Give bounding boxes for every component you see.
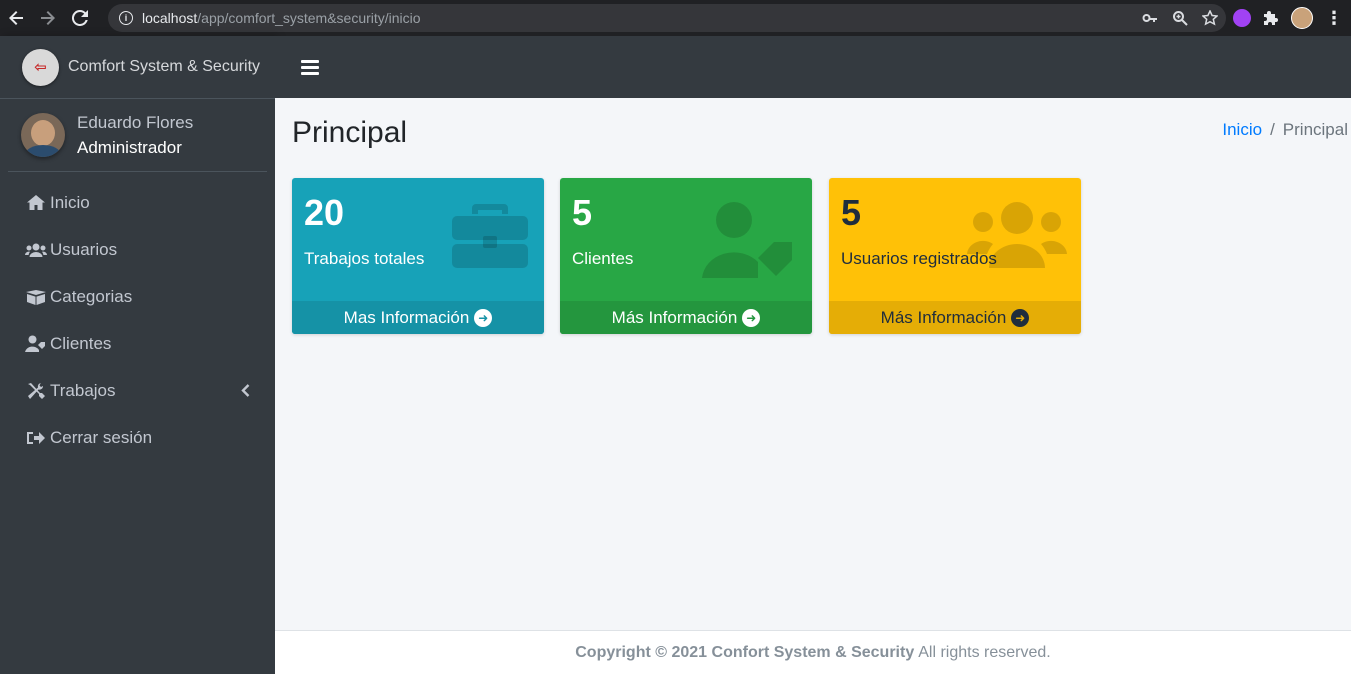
browser-toolbar: i localhost/app/comfort_system&security/… [0,0,1351,36]
brand-name: Comfort System & Security [68,58,261,75]
sidebar-item-trabajos[interactable]: Trabajos [0,367,275,414]
home-icon [25,194,47,211]
user-avatar [21,113,65,157]
reload-button[interactable] [64,0,96,36]
stat-card-usuarios: 5 Usuarios registrados Más Información ➜ [829,178,1081,334]
sidebar-item-inicio[interactable]: Inicio [0,179,275,226]
main-content: Principal Inicio / Principal 20 Trabajos… [275,98,1351,630]
url-text: localhost/app/comfort_system&security/in… [142,10,421,26]
user-tag-icon [700,200,798,285]
sidebar-item-label: Inicio [50,192,90,212]
more-info-label: Más Información [611,307,738,327]
hamburger-menu-icon[interactable] [301,59,319,75]
kebab-menu-icon[interactable]: ⋮ [1325,8,1343,29]
reload-icon [72,10,88,26]
user-name[interactable]: Eduardo Flores [77,110,193,135]
briefcase-icon [450,200,530,275]
forward-button[interactable] [32,0,64,36]
more-info-link[interactable]: Mas Información ➜ [292,301,544,334]
breadcrumb: Inicio / Principal [1222,120,1348,140]
forward-arrow-icon [41,11,55,25]
sidebar-menu: Inicio Usuarios Categorias Clientes Trab… [0,172,275,461]
arrow-circle-right-icon: ➜ [1011,308,1030,327]
url-path: /app/comfort_system&security/inicio [197,10,421,26]
stat-card-clientes: 5 Clientes Más Información ➜ [560,178,812,334]
sidebar: ⇦ Comfort System & Security Eduardo Flor… [0,36,275,674]
sidebar-item-label: Usuarios [50,239,118,259]
puzzle-icon[interactable] [1263,10,1279,26]
breadcrumb-separator: / [1270,120,1275,139]
back-arrow-icon [9,11,23,25]
sidebar-item-label: Clientes [50,333,112,353]
breadcrumb-home-link[interactable]: Inicio [1222,120,1262,140]
boxes-icon [25,289,47,305]
tools-icon [25,382,47,400]
users-icon [25,242,47,258]
rights-text: All rights reserved. [918,643,1051,661]
sidebar-item-clientes[interactable]: Clientes [0,320,275,367]
chevron-left-icon[interactable] [241,367,250,414]
sidebar-item-label: Trabajos [50,380,116,400]
address-bar[interactable]: i localhost/app/comfort_system&security/… [108,4,1226,32]
zoom-icon[interactable] [1172,10,1188,26]
back-button[interactable] [0,0,32,36]
sidebar-item-categorias[interactable]: Categorias [0,273,275,320]
brand-logo-icon: ⇦ [22,48,59,86]
copyright-text: Copyright © 2021 Confort System & Securi… [575,643,915,661]
url-host: localhost [142,10,198,26]
page-footer: Copyright © 2021 Confort System & Securi… [275,630,1351,674]
sidebar-item-label: Cerrar sesión [50,427,153,447]
page-title: Principal [292,116,408,149]
arrow-circle-right-icon: ➜ [742,308,761,327]
user-role: Administrador [77,138,182,157]
breadcrumb-current: Principal [1282,120,1348,139]
site-info-icon[interactable]: i [119,11,133,25]
top-navbar [275,36,1351,98]
stat-card-trabajos: 20 Trabajos totales Mas Información ➜ [292,178,544,334]
arrow-circle-right-icon: ➜ [474,308,493,327]
profile-avatar-icon[interactable] [1291,7,1313,29]
brand-link[interactable]: ⇦ Comfort System & Security [0,36,275,99]
sidebar-item-cerrar-sesion[interactable]: Cerrar sesión [0,414,275,461]
more-info-label: Mas Información [343,307,470,327]
sidebar-item-usuarios[interactable]: Usuarios [0,226,275,273]
sign-out-icon [25,430,47,446]
more-info-link[interactable]: Más Información ➜ [560,301,812,334]
users-icon [967,200,1067,275]
bookmark-star-icon[interactable] [1202,10,1218,26]
more-info-label: Más Información [880,307,1007,327]
user-tag-icon [25,335,47,352]
more-info-link[interactable]: Más Información ➜ [829,301,1081,334]
sidebar-item-label: Categorias [50,286,133,306]
key-icon[interactable] [1142,10,1158,26]
user-panel: Eduardo Flores Administrador [8,99,267,172]
extension-icon[interactable] [1233,9,1251,27]
